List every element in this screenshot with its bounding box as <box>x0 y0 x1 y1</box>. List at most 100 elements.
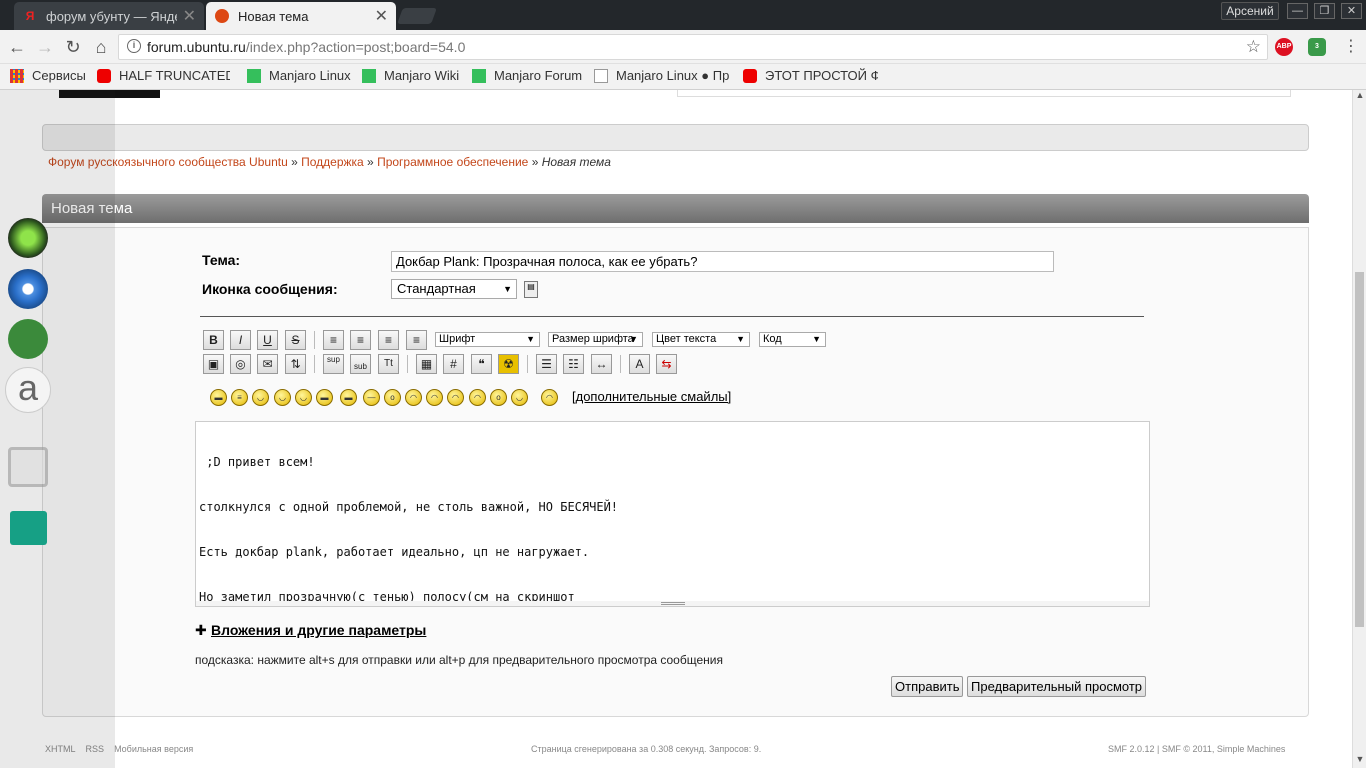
text-editor-icon[interactable] <box>8 447 48 487</box>
email-icon[interactable]: ✉ <box>257 354 278 374</box>
align-justify-icon[interactable]: ≡ <box>350 330 371 350</box>
scroll-down-icon[interactable]: ▼ <box>1354 754 1366 764</box>
dropdown-arrow-icon: ▼ <box>503 284 512 294</box>
youtube-icon <box>97 68 111 83</box>
hyperlink-icon[interactable]: ◎ <box>230 354 251 374</box>
menu-icon[interactable]: ⋮ <box>1340 36 1362 58</box>
subject-label: Тема: <box>202 252 241 268</box>
bullet-list-icon[interactable]: ☰ <box>536 354 557 374</box>
footer-copyright[interactable]: SMF 2.0.12 | SMF © 2011, Simple Machines <box>1108 744 1285 754</box>
table-icon[interactable]: ▦ <box>416 354 437 374</box>
dropdown-arrow-icon: ▼ <box>812 334 821 344</box>
back-icon[interactable]: ← <box>6 36 28 58</box>
smiley-undecided-icon[interactable]: ◠ <box>447 389 464 406</box>
teletype-icon[interactable]: Tt <box>378 354 399 374</box>
minecraft-icon[interactable] <box>8 319 48 359</box>
home-icon[interactable]: ⌂ <box>90 36 112 58</box>
smiley-shocked-icon[interactable]: o <box>384 389 401 406</box>
address-bar[interactable]: i forum.ubuntu.ru/index.php?action=post;… <box>118 34 1268 60</box>
code-select[interactable]: Код ▼ <box>759 332 826 347</box>
amazon-store-icon[interactable]: a <box>5 367 51 413</box>
font-select[interactable]: Шрифт ▼ <box>435 332 540 347</box>
tab-yandex[interactable]: Я форум убунту — Яндекс ✕ <box>14 2 204 30</box>
tab-new-topic[interactable]: Новая тема ✕ <box>206 2 396 30</box>
subject-input[interactable]: Докбар Plank: Прозрачная полоса, как ее … <box>391 251 1054 272</box>
app-launcher-icon[interactable] <box>8 218 48 258</box>
italic-icon[interactable]: I <box>230 330 251 350</box>
image-icon[interactable]: ▣ <box>203 354 224 374</box>
toolbar-divider <box>620 355 621 373</box>
bookmark-item[interactable]: Сервисы <box>10 68 90 83</box>
submit-button[interactable]: Отправить <box>891 676 964 697</box>
smiley-embarrassed-icon[interactable]: ◠ <box>405 389 422 406</box>
code-icon[interactable]: # <box>443 354 464 374</box>
align-right-icon[interactable]: ≡ <box>406 330 427 350</box>
scroll-up-icon[interactable]: ▲ <box>1354 90 1366 100</box>
smiley-grin-icon[interactable]: ▬ <box>210 389 227 406</box>
scrollbar-thumb[interactable] <box>1355 272 1364 627</box>
profile-button[interactable]: Арсений <box>1221 2 1279 20</box>
close-tab-icon[interactable]: ✕ <box>375 6 388 26</box>
menu-bar <box>42 124 1309 151</box>
underline-icon[interactable]: U <box>257 330 278 350</box>
smiley-rolleyes-icon[interactable]: o <box>490 389 507 406</box>
breadcrumb-link[interactable]: Поддержка <box>301 155 364 169</box>
smiley-wink-icon[interactable]: ◡ <box>295 389 312 406</box>
bookmark-star-icon[interactable]: ☆ <box>1246 35 1261 59</box>
smiley-cool-icon[interactable]: ▬ <box>316 389 333 406</box>
bookmark-item[interactable]: Manjaro Wiki <box>362 68 462 83</box>
strikethrough-icon[interactable]: S <box>285 330 306 350</box>
align-center-icon[interactable]: ≡ <box>378 330 399 350</box>
smiley-lipsrsealed-icon[interactable]: ◡ <box>511 389 528 406</box>
horizontal-rule-icon[interactable]: ↔ <box>591 354 612 374</box>
smiley-tongue-icon[interactable]: ◡ <box>252 389 269 406</box>
attachments-toggle[interactable]: ✚ Вложения и другие параметры <box>195 622 426 639</box>
message-line: Есть докбар plank, работает идеально, цп… <box>199 545 590 559</box>
preview-button[interactable]: Предварительный просмотр <box>967 676 1147 697</box>
smiley-sad-icon[interactable]: ◠ <box>426 389 443 406</box>
scrollbar[interactable]: ▲ ▼ <box>1352 90 1366 768</box>
toggle-view-icon[interactable]: ⇆ <box>656 354 677 374</box>
spoiler-icon[interactable]: ☢ <box>498 354 519 374</box>
subscript-icon[interactable]: sub <box>350 354 371 374</box>
smiley-smile-icon[interactable]: ◡ <box>274 389 291 406</box>
font-size-select[interactable]: Размер шрифта ▼ <box>548 332 643 347</box>
smiley-cheesy-icon[interactable]: ▬ <box>340 389 357 406</box>
smiley-cry-icon[interactable]: ◠ <box>541 389 558 406</box>
reload-icon[interactable]: ↻ <box>62 36 84 58</box>
ftp-icon[interactable]: ⇅ <box>285 354 306 374</box>
maximize-button[interactable]: ❐ <box>1314 3 1335 19</box>
forward-icon[interactable]: → <box>34 36 56 58</box>
new-tab-button[interactable] <box>397 8 437 24</box>
bookmark-item[interactable]: Manjaro Forum <box>472 68 584 83</box>
more-smileys-link[interactable]: [дополнительные смайлы] <box>572 389 731 404</box>
text-color-select[interactable]: Цвет текста ▼ <box>652 332 750 347</box>
footer-link[interactable]: Мобильная версия <box>114 744 193 754</box>
bookmark-item[interactable]: Manjaro Linux <box>247 68 352 83</box>
textarea-resize-grip[interactable] <box>195 601 1150 607</box>
message-textarea[interactable]: ;D привет всем! столкнулся с одной пробл… <box>195 421 1150 604</box>
shield-icon[interactable]: 3 <box>1308 38 1326 56</box>
superscript-icon[interactable]: sup <box>323 354 344 374</box>
remove-format-icon[interactable]: A <box>629 354 650 374</box>
quote-icon[interactable]: ❝ <box>471 354 492 374</box>
footer-generated: Страница сгенерирована за 0.308 секунд. … <box>531 744 762 754</box>
numbered-list-icon[interactable]: ☷ <box>563 354 584 374</box>
chromium-icon[interactable] <box>8 269 48 309</box>
breadcrumb-link[interactable]: Программное обеспечение <box>377 155 528 169</box>
bookmark-item[interactable]: Manjaro Linux ● Пр <box>594 68 729 83</box>
bookmark-item[interactable]: ЭТОТ ПРОСТОЙ Ф <box>743 68 878 83</box>
smiley-angry-icon[interactable]: ◠ <box>469 389 486 406</box>
bold-icon[interactable]: B <box>203 330 224 350</box>
close-window-button[interactable]: ✕ <box>1341 3 1362 19</box>
close-tab-icon[interactable]: ✕ <box>183 6 196 26</box>
align-left-icon[interactable]: ≡ <box>323 330 344 350</box>
home-folder-icon[interactable] <box>10 511 47 545</box>
minimize-button[interactable]: — <box>1287 3 1308 19</box>
bookmark-item[interactable]: HALF TRUNCATED <box>97 68 230 83</box>
smiley-laugh-icon[interactable]: ≡ <box>231 389 248 406</box>
adblock-icon[interactable]: ABP <box>1275 38 1293 56</box>
info-icon[interactable]: i <box>127 39 141 53</box>
message-icon-select[interactable]: Стандартная ▼ <box>391 279 517 299</box>
smiley-neutral-icon[interactable]: — <box>363 389 380 406</box>
